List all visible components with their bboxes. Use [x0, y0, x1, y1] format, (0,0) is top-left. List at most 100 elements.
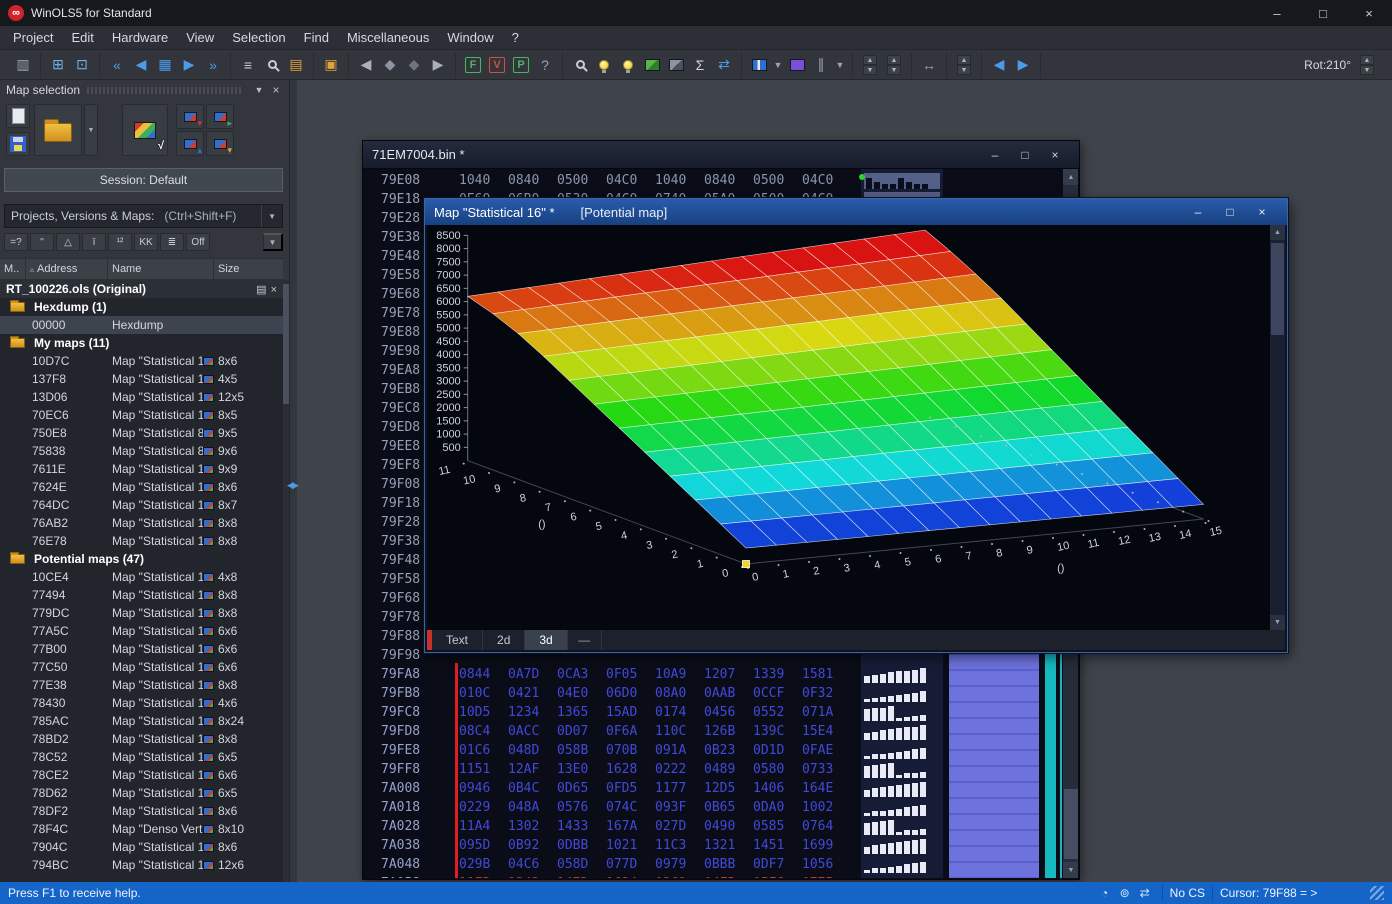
- zoom-stepper-up-icon[interactable]: ▲: [957, 55, 971, 65]
- hex-value[interactable]: 0ACC: [508, 722, 557, 741]
- hex-value[interactable]: 1624: [606, 874, 655, 878]
- hex-value[interactable]: 1321: [704, 836, 753, 855]
- panel-scrollbar-thumb[interactable]: [283, 284, 289, 404]
- hex-value[interactable]: 0DBB: [557, 836, 606, 855]
- back-icon[interactable]: ◀: [355, 54, 377, 76]
- hex-value[interactable]: 0733: [802, 760, 851, 779]
- fit-width-icon[interactable]: ↔: [918, 54, 940, 76]
- new-version-icon[interactable]: ⊞: [47, 54, 69, 76]
- hex-value[interactable]: 0DA0: [753, 798, 802, 817]
- hex-value[interactable]: 05F6: [753, 874, 802, 878]
- hex-value[interactable]: 1151: [459, 760, 508, 779]
- hex-value[interactable]: 11C3: [655, 836, 704, 855]
- hex-value[interactable]: 1040: [655, 171, 704, 190]
- hex-value[interactable]: 0456: [704, 703, 753, 722]
- tree-group-row[interactable]: Potential maps (47): [0, 550, 283, 568]
- activity-icon[interactable]: ◔: [1095, 886, 1115, 900]
- filter-list[interactable]: ≣: [160, 233, 184, 251]
- ecu-chip-icon[interactable]: ▥: [12, 54, 34, 76]
- hex-row[interactable]: 79FC810D51234136515AD017404560552071A: [364, 703, 1078, 722]
- previous-version-icon[interactable]: ◀: [130, 54, 152, 76]
- session-button[interactable]: Session: Default: [4, 168, 283, 192]
- hex-value[interactable]: 0840: [508, 171, 557, 190]
- menu-hardware[interactable]: Hardware: [103, 27, 177, 48]
- tree-map-row[interactable]: 78BD2Map "Statistical 18x8: [0, 730, 283, 748]
- filter-info[interactable]: ī: [82, 233, 106, 251]
- hex-close-button[interactable]: ×: [1040, 141, 1070, 168]
- tree-map-row[interactable]: 77494Map "Statistical 18x8: [0, 586, 283, 604]
- hex-value[interactable]: 1021: [606, 836, 655, 855]
- hex-value[interactable]: 10A9: [655, 665, 704, 684]
- panel-splitter[interactable]: ◀▶: [290, 80, 297, 882]
- hex-value[interactable]: 071A: [802, 703, 851, 722]
- hex-row[interactable]: 79FB8010C042104E006D008A00AAB0CCF0F32: [364, 684, 1078, 703]
- rotation-stepper-up-icon[interactable]: ▲: [1360, 55, 1374, 65]
- hex-value[interactable]: 074C: [606, 798, 655, 817]
- hex-value[interactable]: 11FB: [459, 874, 508, 878]
- idea-help-icon[interactable]: [617, 54, 639, 76]
- previous-map-icon[interactable]: ◀: [988, 54, 1010, 76]
- panel-scrollbar[interactable]: [283, 280, 289, 882]
- map-3d-surface[interactable]: 8500800075007000650060005500500045004000…: [427, 225, 1265, 629]
- selection-view-icon[interactable]: [786, 54, 808, 76]
- hex-value[interactable]: 0840: [704, 171, 753, 190]
- tree-map-row[interactable]: 779DCMap "Statistical 18x8: [0, 604, 283, 622]
- tree-map-row[interactable]: 78F4CMap "Denso Vert8x10: [0, 820, 283, 838]
- hex-value[interactable]: 091A: [655, 741, 704, 760]
- menu-selection[interactable]: Selection: [223, 27, 294, 48]
- tree-map-row[interactable]: 00000Hexdump: [0, 316, 283, 334]
- hex-value[interactable]: 0490: [704, 817, 753, 836]
- tree-map-row[interactable]: 78CE2Map "Statistical 16x6: [0, 766, 283, 784]
- hex-value[interactable]: 0775: [802, 874, 851, 878]
- hex-value[interactable]: 0FAE: [802, 741, 851, 760]
- hex-value[interactable]: 1699: [802, 836, 851, 855]
- hex-value[interactable]: 0D65: [557, 779, 606, 798]
- hex-value[interactable]: 164E: [802, 779, 851, 798]
- columns-dropdown-icon[interactable]: ▼: [834, 54, 846, 76]
- compare-original-icon[interactable]: ◆: [379, 54, 401, 76]
- hex-value[interactable]: 0F05: [606, 665, 655, 684]
- hex-value[interactable]: 1040: [459, 171, 508, 190]
- tree-map-row[interactable]: 137F8Map "Statistical 14x5: [0, 370, 283, 388]
- hex-value[interactable]: 1581: [802, 665, 851, 684]
- compare-version-icon[interactable]: ◆: [403, 54, 425, 76]
- tree-map-row[interactable]: 77E38Map "Statistical 18x8: [0, 676, 283, 694]
- hex-value[interactable]: 1343: [508, 874, 557, 878]
- tab-3d[interactable]: 3d: [525, 630, 567, 650]
- tab-2d[interactable]: 2d: [483, 630, 525, 650]
- hex-row[interactable]: 79E0810400840050004C010400840050004C0: [364, 171, 1078, 190]
- hex-value[interactable]: 0FD5: [606, 779, 655, 798]
- tree-map-row[interactable]: 794BCMap "Statistical 112x6: [0, 856, 283, 874]
- tree-map-row[interactable]: 13D06Map "Statistical 112x5: [0, 388, 283, 406]
- tree-map-row[interactable]: 10D7CMap "Statistical 18x6: [0, 352, 283, 370]
- hex-scroll-down-icon[interactable]: ▼: [1063, 862, 1078, 878]
- hex-value[interactable]: 08A0: [655, 684, 704, 703]
- forward-icon[interactable]: ▶: [427, 54, 449, 76]
- hex-value[interactable]: 058D: [557, 855, 606, 874]
- hex-minimize-button[interactable]: –: [980, 141, 1010, 168]
- hex-row[interactable]: 7A05811FB1343147D162402C104FB05F60775: [364, 874, 1078, 878]
- hex-value[interactable]: 029B: [459, 855, 508, 874]
- tree-map-row[interactable]: 70EC6Map "Statistical 18x5: [0, 406, 283, 424]
- hex-value[interactable]: 0B92: [508, 836, 557, 855]
- filter-pair[interactable]: ¹²: [108, 233, 132, 251]
- tree-map-row[interactable]: 78430Map "Statistical 14x6: [0, 694, 283, 712]
- hex-row[interactable]: 7A0180229048A0576074C093F0B650DA01002: [364, 798, 1078, 817]
- hex-value[interactable]: 04FB: [704, 874, 753, 878]
- hex-value[interactable]: 0174: [655, 703, 704, 722]
- hex-value[interactable]: 110C: [655, 722, 704, 741]
- hex-value[interactable]: 15AD: [606, 703, 655, 722]
- map-close-button[interactable]: ×: [1246, 199, 1278, 225]
- hex-row[interactable]: 7A038095D0B920DBB102111C3132114511699: [364, 836, 1078, 855]
- hex-value[interactable]: 027D: [655, 817, 704, 836]
- hex-value[interactable]: 02C1: [655, 874, 704, 878]
- hex-value[interactable]: 08C4: [459, 722, 508, 741]
- next-version-icon[interactable]: ▶: [178, 54, 200, 76]
- hex-value[interactable]: 1365: [557, 703, 606, 722]
- row-height-stepper-up-icon[interactable]: ▲: [863, 55, 877, 65]
- rotation-stepper[interactable]: ▲▼: [1356, 54, 1378, 76]
- project-overview-icon[interactable]: ⊡: [71, 54, 93, 76]
- filter-off[interactable]: Off: [186, 233, 210, 251]
- version-list-icon[interactable]: ▦: [154, 54, 176, 76]
- hex-value[interactable]: 0D1D: [753, 741, 802, 760]
